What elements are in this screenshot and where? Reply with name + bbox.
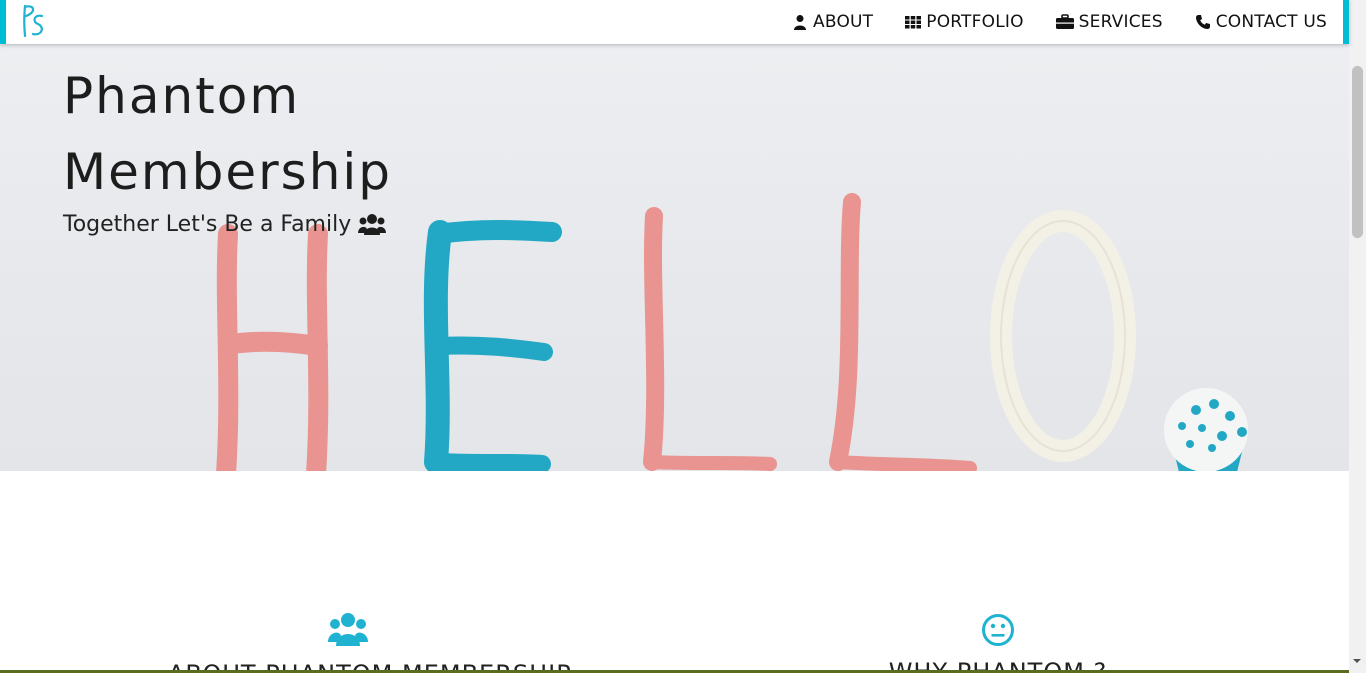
nav-contact-label: CONTACT US — [1215, 12, 1327, 32]
navbar: ABOUT PORTFOLIO SERVICES CONTACT US — [0, 0, 1349, 44]
scrollbar-thumb[interactable] — [1352, 66, 1363, 238]
nav-about[interactable]: ABOUT — [792, 12, 873, 32]
hero-banner: Phantom Membership Together Let's Be a F… — [0, 44, 1349, 471]
cupcake-decoration — [1164, 388, 1248, 471]
hero-subtitle-text: Together Let's Be a Family — [63, 212, 352, 237]
briefcase-icon — [1055, 14, 1074, 29]
nav-menu: ABOUT PORTFOLIO SERVICES CONTACT US — [760, 0, 1327, 44]
nav-about-label: ABOUT — [813, 12, 874, 32]
nav-services-label: SERVICES — [1078, 12, 1163, 32]
phone-icon — [1195, 15, 1210, 29]
feature-why: WHY PHANTOM ? — [840, 612, 1156, 673]
hero-title-line1: Phantom — [63, 67, 301, 125]
neutral-face-icon — [982, 614, 1014, 646]
nav-services[interactable]: SERVICES — [1055, 12, 1163, 32]
users-icon — [328, 613, 368, 646]
nav-contact[interactable]: CONTACT US — [1195, 12, 1327, 32]
nav-portfolio[interactable]: PORTFOLIO — [905, 12, 1023, 32]
grid-icon — [905, 16, 922, 29]
hero-title-line2: Membership — [63, 143, 393, 201]
hero-subtitle: Together Let's Be a Family — [63, 212, 387, 237]
user-icon — [794, 15, 807, 30]
nav-portfolio-label: PORTFOLIO — [926, 12, 1024, 32]
brand-logo[interactable] — [20, 2, 48, 40]
scroll-down-arrow-icon[interactable] — [1352, 656, 1362, 666]
feature-about: ABOUT PHANTOM MEMBERSHIP — [168, 612, 571, 673]
users-icon — [358, 213, 387, 235]
hero-title: Phantom Membership — [63, 58, 483, 210]
